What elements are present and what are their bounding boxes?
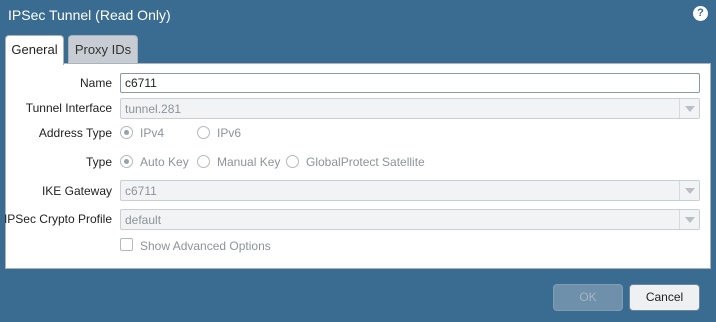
tunnel-interface-value: tunnel.281 [125, 102, 182, 116]
crypto-profile-dropdown-button[interactable] [679, 210, 699, 229]
radio-ipv4[interactable] [120, 126, 133, 139]
dialog-titlebar: IPSec Tunnel (Read Only) ? [0, 0, 716, 30]
name-label: Name [79, 76, 112, 90]
tunnel-interface-dropdown-button[interactable] [679, 99, 699, 118]
ike-gateway-select[interactable]: c6711 [120, 180, 700, 201]
ike-gateway-value: c6711 [125, 184, 157, 198]
cancel-button[interactable]: Cancel [629, 284, 700, 311]
radio-ipv4-label: IPv4 [140, 126, 165, 140]
dialog-title: IPSec Tunnel (Read Only) [8, 7, 171, 23]
tunnel-interface-label: Tunnel Interface [25, 101, 112, 115]
tab-general[interactable]: General [5, 35, 64, 65]
ike-gateway-label: IKE Gateway [41, 184, 112, 198]
tunnel-interface-select[interactable]: tunnel.281 [120, 98, 700, 119]
radio-manual-key-label: Manual Key [217, 155, 281, 169]
name-field[interactable] [120, 73, 700, 93]
chevron-down-icon [685, 188, 695, 194]
help-icon[interactable]: ? [693, 6, 708, 21]
radio-auto-key-label: Auto Key [140, 155, 189, 169]
general-panel: Name Tunnel Interface tunnel.281 Address… [3, 63, 711, 269]
advanced-options-checkbox[interactable] [120, 238, 133, 251]
radio-ipv6[interactable] [197, 126, 210, 139]
crypto-profile-label: IPSec Crypto Profile [3, 212, 112, 226]
ok-button[interactable]: OK [553, 284, 623, 311]
advanced-options-label: Show Advanced Options [140, 239, 271, 253]
radio-globalprotect-label: GlobalProtect Satellite [306, 155, 425, 169]
tab-proxy-ids[interactable]: Proxy IDs [68, 35, 138, 64]
chevron-down-icon [685, 217, 695, 223]
radio-manual-key[interactable] [197, 155, 210, 168]
radio-auto-key[interactable] [120, 155, 133, 168]
crypto-profile-select[interactable]: default [120, 209, 700, 230]
type-label: Type [85, 155, 112, 169]
address-type-label: Address Type [38, 126, 112, 140]
type-group: Auto Key Manual Key GlobalProtect Satell… [120, 154, 440, 170]
radio-globalprotect[interactable] [286, 155, 299, 168]
chevron-down-icon [685, 106, 695, 112]
address-type-group: IPv4 IPv6 [120, 125, 320, 141]
crypto-profile-value: default [125, 213, 162, 227]
ike-gateway-dropdown-button[interactable] [679, 181, 699, 200]
radio-ipv6-label: IPv6 [217, 126, 242, 140]
